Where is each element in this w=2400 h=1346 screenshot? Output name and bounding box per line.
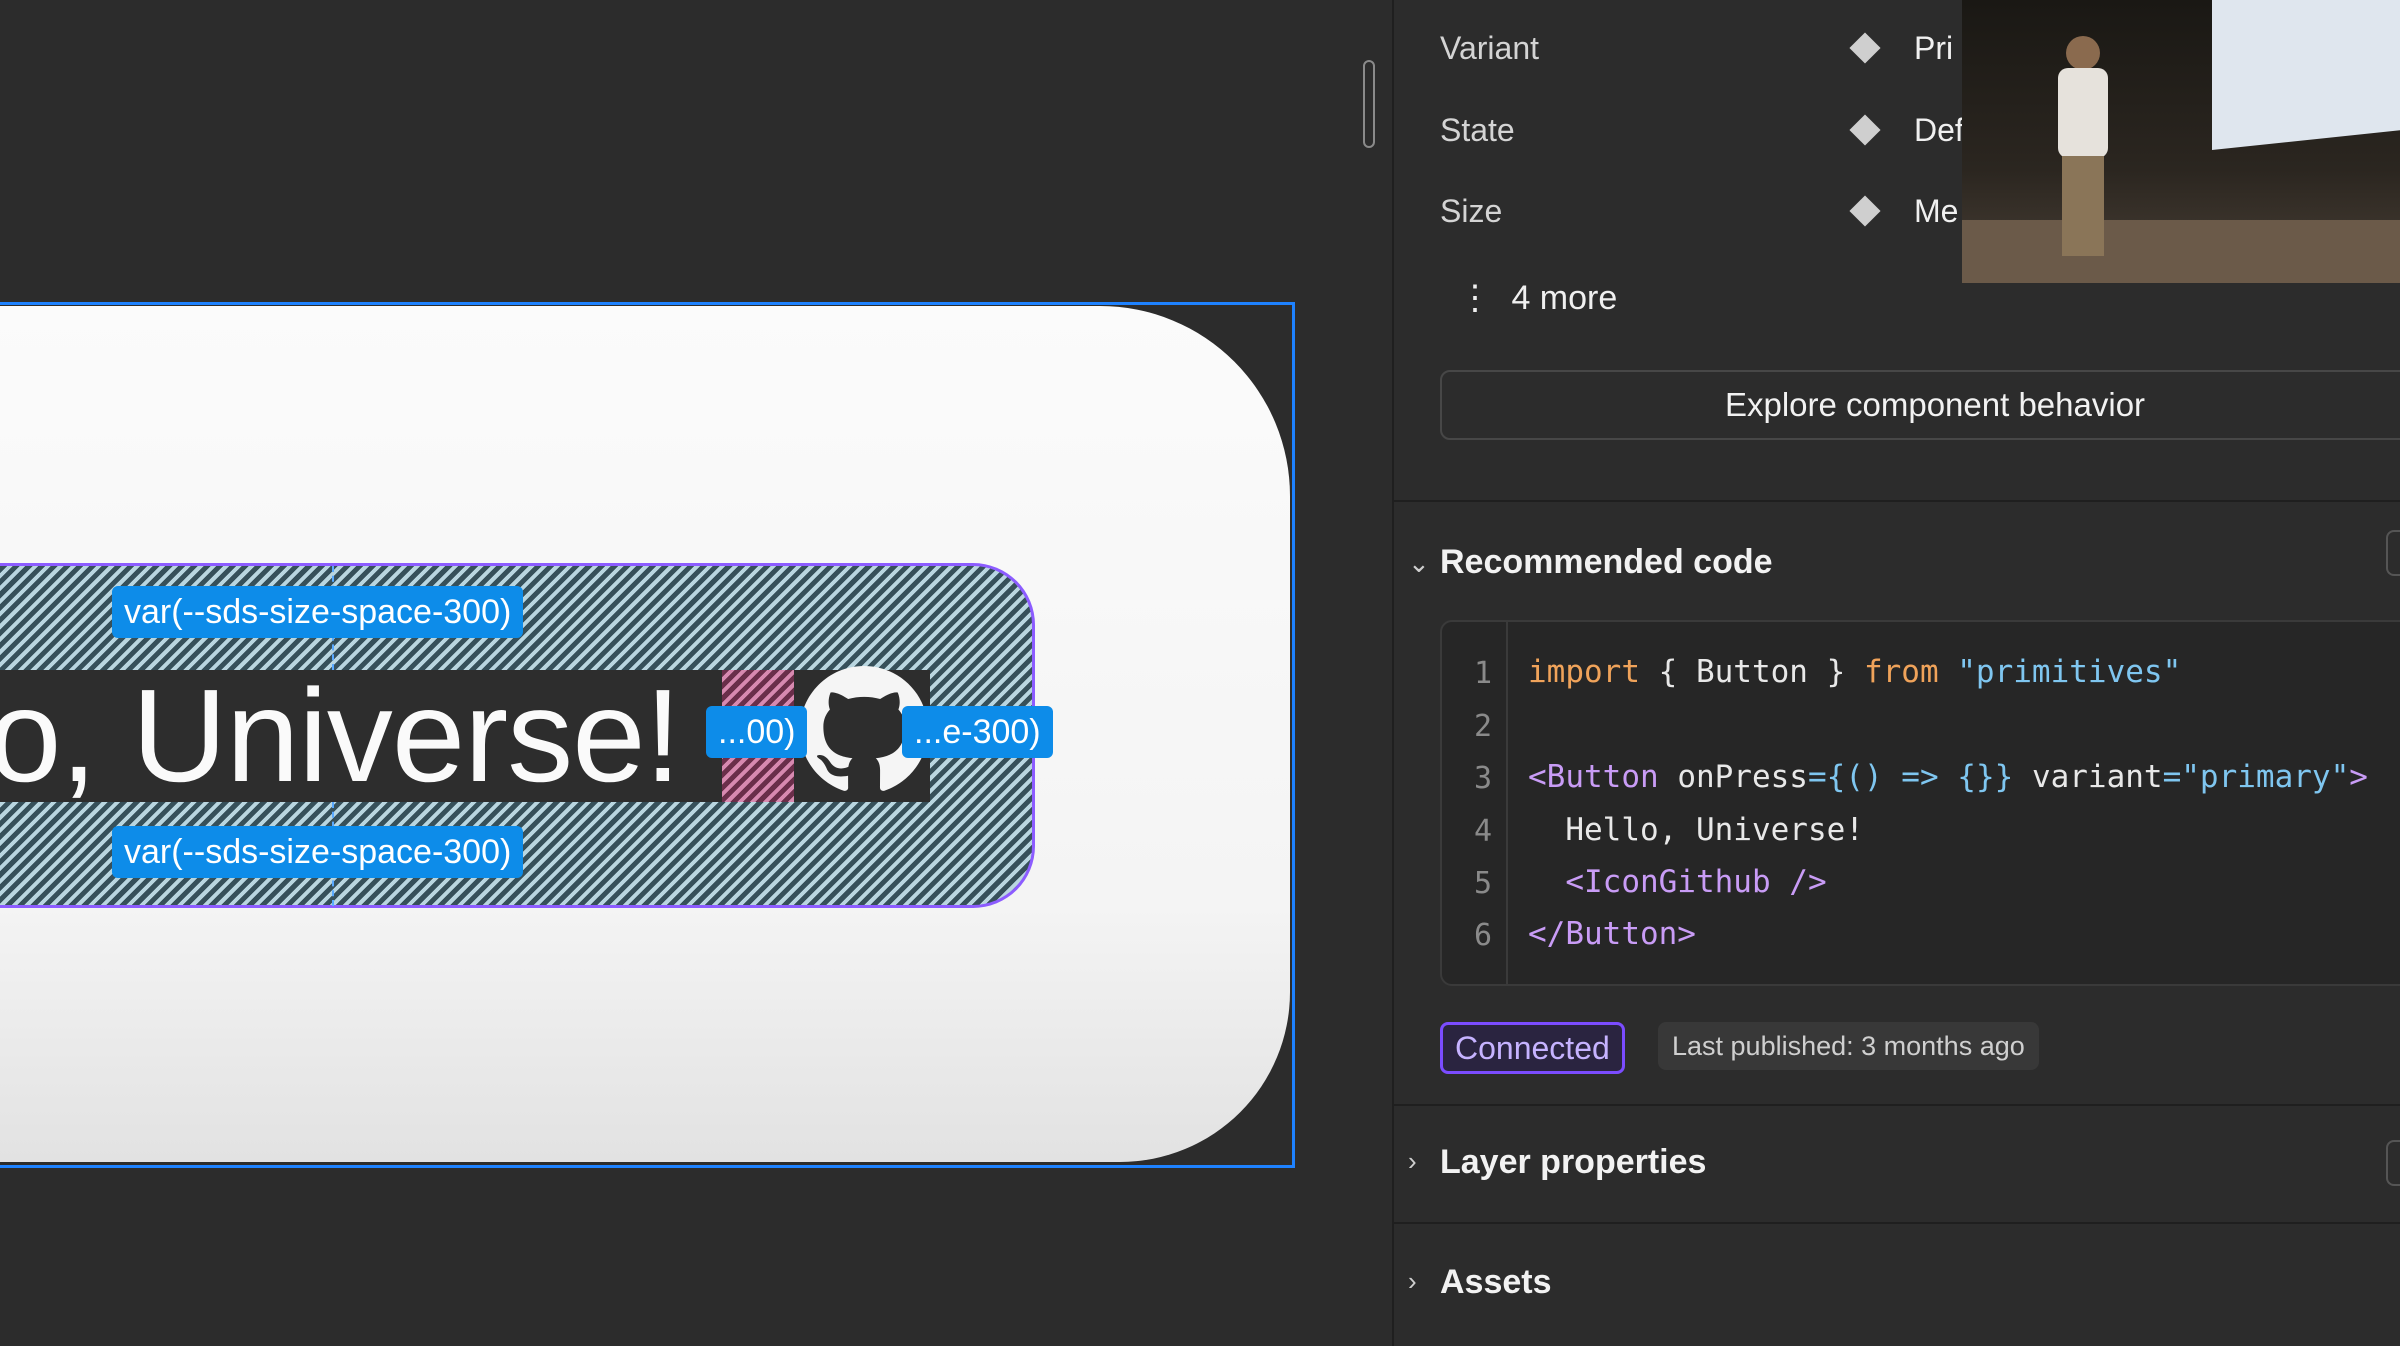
property-label-size: Size [1440, 193, 1503, 229]
code-token: "primitives" [1938, 654, 2182, 690]
line-number: 5 [1473, 866, 1492, 901]
last-published-badge: Last published: 3 months ago [1658, 1022, 2039, 1070]
assets-title[interactable]: Assets [1440, 1263, 1552, 1302]
line-number: 3 [1473, 761, 1492, 796]
padding-token-bottom[interactable]: var(--sds-size-space-300) [112, 826, 524, 878]
chevron-right-icon[interactable]: › [1408, 1146, 1417, 1177]
diamond-icon [1849, 195, 1881, 227]
chevron-down-icon[interactable]: ⌄ [1408, 548, 1430, 579]
more-properties-button[interactable]: ⋮ 4 more [1458, 278, 1617, 318]
presenter-pants [2062, 156, 2104, 256]
code-token: { Button } [1639, 654, 1864, 690]
layer-properties-title[interactable]: Layer properties [1440, 1143, 1706, 1182]
property-value-variant[interactable]: Pri [1914, 30, 1953, 67]
explore-component-behavior-button[interactable]: Explore component behavior [1440, 370, 2400, 440]
line-number-gutter: 1 2 3 4 5 6 [1442, 622, 1508, 984]
code-token: variant [2013, 759, 2163, 795]
presenter-video-overlay [1962, 0, 2400, 283]
code-line-4: Hello, Universe! [1528, 812, 1864, 848]
presenter-shirt [2058, 68, 2108, 158]
section-divider [1394, 1222, 2400, 1224]
stage-floor [1962, 220, 2400, 283]
chevron-right-icon[interactable]: › [1408, 1266, 1417, 1297]
diamond-icon [1849, 114, 1881, 146]
code-token: import [1528, 654, 1640, 690]
diamond-icon [1849, 32, 1881, 64]
section-divider [1394, 1104, 2400, 1106]
canvas-scrollbar[interactable] [1363, 60, 1375, 148]
more-properties-label: 4 more [1511, 279, 1618, 317]
code-line-6: </Button> [1528, 916, 1696, 952]
code-line-1: import { Button } from "primitives" [1528, 654, 2181, 690]
code-token: from [1863, 654, 1939, 690]
property-value-size[interactable]: Me [1914, 193, 1958, 230]
connected-badge: Connected [1440, 1022, 1625, 1074]
kebab-icon: ⋮ [1458, 279, 1492, 317]
code-token: ="primary" [2162, 759, 2350, 795]
line-number: 1 [1473, 656, 1492, 691]
line-number: 2 [1473, 709, 1492, 744]
code-line-3: <Button onPress={() => {}} variant="prim… [1528, 759, 2368, 795]
layer-properties-action[interactable] [2386, 1140, 2400, 1186]
design-canvas[interactable]: o, Universe! var(--sds-size-space-300) v… [0, 0, 1392, 1346]
code-line-5: <IconGithub /> [1528, 864, 1827, 900]
code-token: <Button [1528, 759, 1659, 795]
code-token: > [2349, 759, 2368, 795]
code-token: <IconGithub /> [1528, 864, 1827, 900]
copy-code-button[interactable] [2386, 530, 2400, 576]
code-token: onPress [1658, 759, 1808, 795]
recommended-code-title[interactable]: Recommended code [1440, 543, 1773, 582]
property-label-variant: Variant [1440, 30, 1540, 66]
code-token: ={() => {}} [1807, 759, 2014, 795]
gap-token[interactable]: ...00) [706, 706, 808, 758]
property-value-state[interactable]: Def [1914, 112, 1964, 149]
line-number: 4 [1473, 814, 1492, 849]
section-divider [1394, 500, 2400, 502]
code-token: </Button> [1528, 916, 1696, 952]
padding-token-right[interactable]: ...e-300) [902, 706, 1053, 758]
line-number: 6 [1473, 918, 1492, 953]
code-block[interactable]: 1 2 3 4 5 6 import { Button } from "prim… [1440, 620, 2400, 986]
property-label-state: State [1440, 112, 1515, 148]
projector-screen [2212, 0, 2400, 151]
button-label: o, Universe! [0, 662, 681, 809]
padding-token-top[interactable]: var(--sds-size-space-300) [112, 586, 524, 638]
presenter-head [2066, 36, 2100, 70]
